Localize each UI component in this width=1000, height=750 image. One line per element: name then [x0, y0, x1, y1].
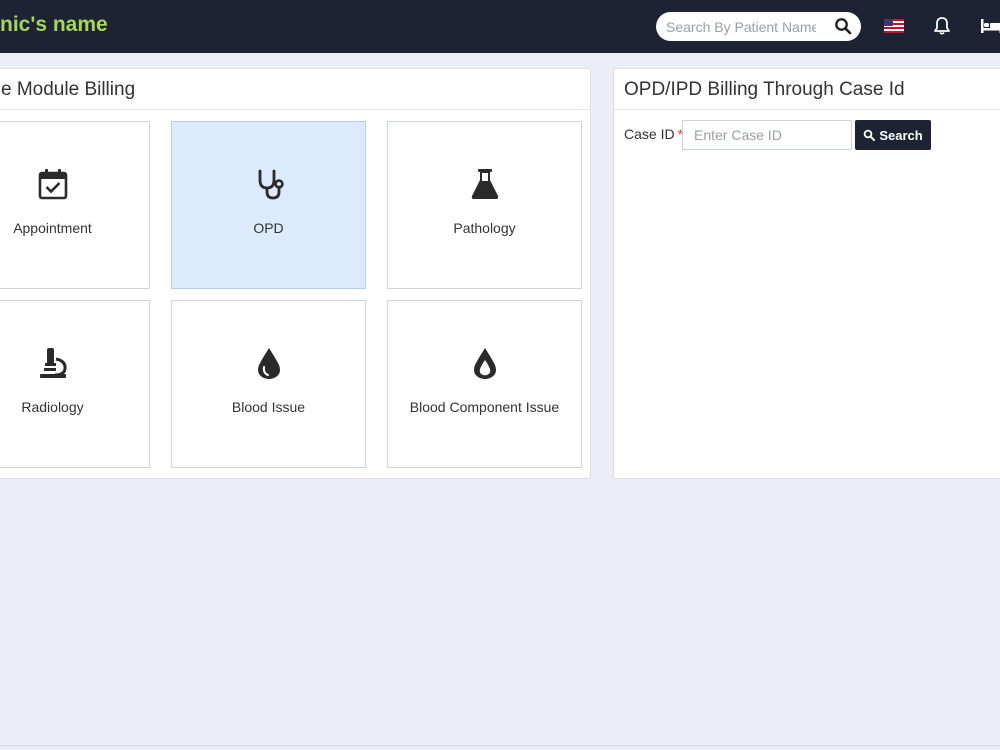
tile-label: OPD [253, 220, 284, 236]
tile-label: Blood Component Issue [409, 399, 560, 415]
module-billing-title: e Module Billing [0, 69, 590, 110]
case-id-billing-title: OPD/IPD Billing Through Case Id [614, 69, 1000, 110]
blood-drop-outline-icon [473, 348, 496, 379]
tile-blood-issue[interactable]: Blood Issue [171, 300, 366, 468]
tile-appointment[interactable]: Appointment [0, 121, 150, 289]
case-search-button[interactable]: Search [855, 120, 931, 150]
tile-opd[interactable]: OPD [171, 121, 366, 289]
microscope-icon [39, 348, 67, 378]
footer-divider [0, 745, 1000, 746]
case-search-label: Search [879, 127, 923, 143]
case-id-billing-panel: OPD/IPD Billing Through Case Id Case ID *… [613, 68, 1000, 479]
tile-pathology[interactable]: Pathology [387, 121, 582, 289]
calendar-check-icon [38, 169, 67, 200]
module-billing-panel: e Module Billing Appointment OPD Patholo… [0, 68, 591, 479]
tile-radiology[interactable]: Radiology [0, 300, 150, 468]
case-id-input[interactable] [682, 120, 852, 150]
stethoscope-icon [258, 169, 284, 200]
bell-icon[interactable] [933, 16, 951, 36]
tile-label: Blood Issue [231, 399, 306, 415]
tile-label: Pathology [453, 220, 516, 236]
case-id-label-text: Case ID [624, 126, 675, 142]
top-navbar: nic's name [0, 0, 1000, 53]
patient-search-box [656, 12, 861, 41]
case-id-label: Case ID * [624, 126, 683, 142]
tile-label: Appointment [13, 220, 92, 236]
bed-icon[interactable] [980, 17, 1000, 35]
patient-search-input[interactable] [666, 16, 816, 37]
us-flag-icon[interactable] [884, 19, 904, 33]
search-icon[interactable] [834, 17, 852, 35]
search-icon [864, 129, 876, 141]
blood-drop-icon [257, 348, 280, 379]
tile-label: Radiology [21, 399, 84, 415]
tile-blood-component-issue[interactable]: Blood Component Issue [387, 300, 582, 468]
clinic-name[interactable]: nic's name [0, 13, 108, 37]
flask-icon [471, 169, 498, 199]
